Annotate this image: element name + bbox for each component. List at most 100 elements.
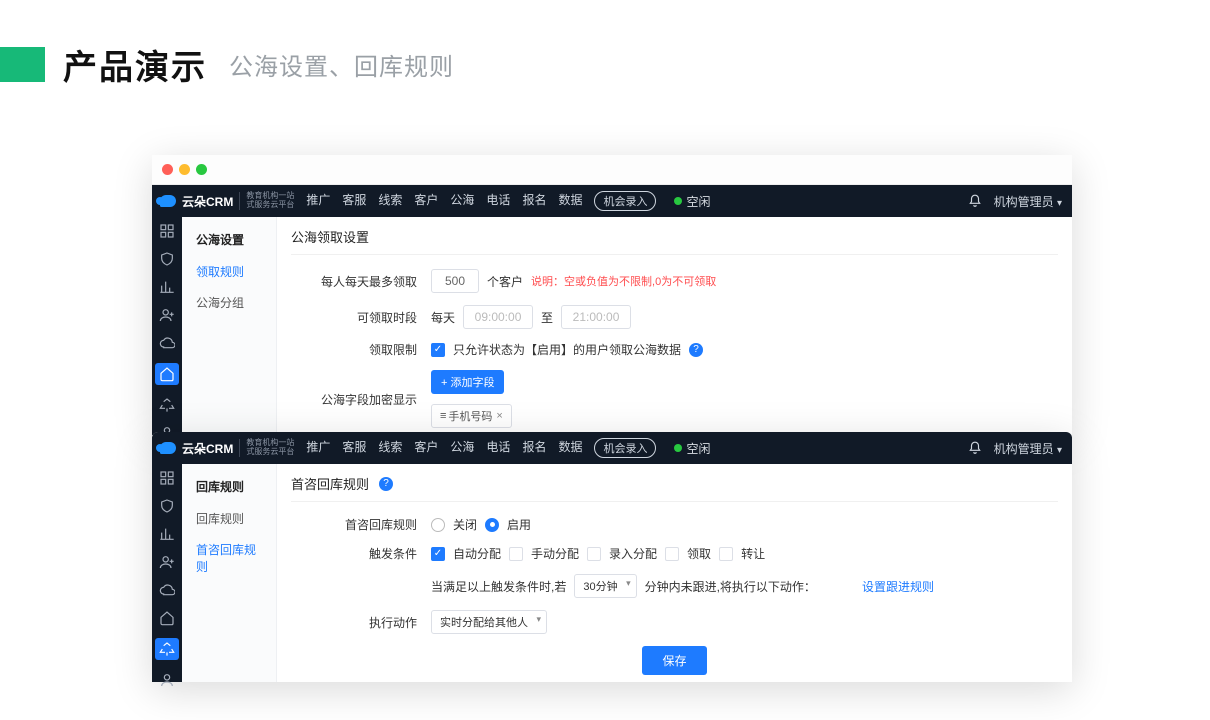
- brand[interactable]: 云朵CRM 教育机构一站式服务云平台: [160, 439, 294, 457]
- content-header: 公海领取设置: [291, 227, 1058, 255]
- accent-block: [0, 47, 45, 82]
- nav-leads[interactable]: 线索: [378, 438, 402, 458]
- content: 公海领取设置 每人每天最多领取 个客户 说明：空或负值为不限制,0为不可领取 可…: [277, 217, 1072, 435]
- window-return-rules: 云朵CRM 教育机构一站式服务云平台 推广 客服 线索 客户 公海 电话 报名 …: [152, 432, 1072, 682]
- row-trigger: 触发条件 自动分配 手动分配 录入分配 领取 转让: [291, 545, 1058, 562]
- side-pool-groups[interactable]: 公海分组: [182, 287, 276, 318]
- help-icon[interactable]: ?: [379, 477, 393, 491]
- nav-opportunity-entry[interactable]: 机会录入: [594, 191, 656, 211]
- row-rule-toggle: 首咨回库规则 关闭 启用: [291, 516, 1058, 533]
- side-title: 公海设置: [182, 227, 276, 256]
- rail-chart-icon[interactable]: [158, 279, 176, 295]
- limit-note: 说明：空或负值为不限制,0为不可领取: [531, 273, 716, 289]
- bell-icon[interactable]: [968, 441, 982, 455]
- page-title-row: 产品演示 公海设置、回库规则: [0, 0, 1210, 89]
- mask-tag-phone[interactable]: ≡手机号码 ×: [431, 404, 512, 428]
- side-menu-2: 回库规则 回库规则 首咨回库规则: [182, 464, 277, 682]
- row-action: 执行动作 实时分配给其他人: [291, 610, 1058, 634]
- nav-items: 推广 客服 线索 客户 公海 电话 报名 数据 机会录入: [306, 191, 656, 211]
- nav-leads[interactable]: 线索: [378, 191, 402, 211]
- nav-signup[interactable]: 报名: [522, 438, 546, 458]
- rail-dashboard-icon[interactable]: [158, 223, 176, 239]
- nav-phone[interactable]: 电话: [486, 191, 510, 211]
- rail-cloud-icon[interactable]: [158, 335, 176, 351]
- radio-off[interactable]: [431, 518, 445, 532]
- top-nav: 云朵CRM 教育机构一站式服务云平台 推广 客服 线索 客户 公海 电话 报名 …: [152, 185, 1072, 217]
- side-claim-rules[interactable]: 领取规则: [182, 256, 276, 287]
- restrict-checkbox[interactable]: [431, 343, 445, 357]
- content-header-2: 首咨回库规则 ?: [291, 474, 1058, 502]
- row-restrict: 领取限制 只允许状态为【启用】的用户领取公海数据 ?: [291, 341, 1058, 358]
- status-indicator-icon: [674, 197, 682, 205]
- rail-shield-icon[interactable]: [158, 251, 176, 267]
- user-menu[interactable]: 机构管理员 ▾: [994, 193, 1062, 210]
- row-time-range: 可领取时段 每天 至: [291, 305, 1058, 329]
- time-to-input[interactable]: [561, 305, 631, 329]
- brand-sub: 教育机构一站式服务云平台: [239, 192, 294, 210]
- top-nav-2: 云朵CRM 教育机构一站式服务云平台 推广 客服 线索 客户 公海 电话 报名 …: [152, 432, 1072, 464]
- duration-select[interactable]: 30分钟: [574, 574, 636, 598]
- rail-recycle-icon[interactable]: [155, 638, 179, 660]
- cb-manual[interactable]: [509, 547, 523, 561]
- rail-recycle-icon[interactable]: [158, 397, 176, 413]
- side-menu: 公海设置 领取规则 公海分组: [182, 217, 277, 435]
- rail-home-icon[interactable]: [155, 363, 179, 385]
- cb-claim[interactable]: [665, 547, 679, 561]
- page-title: 产品演示: [63, 40, 207, 89]
- add-field-button[interactable]: + 添加字段: [431, 370, 504, 394]
- status-indicator-icon: [674, 444, 682, 452]
- nav-promote[interactable]: 推广: [306, 191, 330, 211]
- nav-pool[interactable]: 公海: [450, 191, 474, 211]
- minimize-icon[interactable]: [179, 164, 190, 175]
- user-menu[interactable]: 机构管理员 ▾: [994, 440, 1062, 457]
- radio-on[interactable]: [485, 518, 499, 532]
- nav-data[interactable]: 数据: [558, 438, 582, 458]
- nav-service[interactable]: 客服: [342, 191, 366, 211]
- page-subtitle: 公海设置、回库规则: [229, 47, 454, 82]
- nav-pool[interactable]: 公海: [450, 438, 474, 458]
- daily-limit-input[interactable]: [431, 269, 479, 293]
- rail-shield-icon[interactable]: [158, 498, 176, 514]
- row-mask-fields: 公海字段加密显示 + 添加字段 ≡手机号码 ×: [291, 370, 1058, 428]
- nav-promote[interactable]: 推广: [306, 438, 330, 458]
- cb-entry[interactable]: [587, 547, 601, 561]
- rail-cloud-icon[interactable]: [158, 582, 176, 598]
- cb-auto[interactable]: [431, 547, 445, 561]
- content-2: 首咨回库规则 ? 首咨回库规则 关闭 启用 触发条件 自动分配 手动分配 录入分…: [277, 464, 1072, 682]
- remove-tag-icon[interactable]: ×: [496, 410, 502, 422]
- bell-icon[interactable]: [968, 194, 982, 208]
- help-icon[interactable]: ?: [689, 343, 703, 357]
- nav-signup[interactable]: 报名: [522, 191, 546, 211]
- status-text: 空闲: [686, 193, 710, 210]
- side-first-consult-rules[interactable]: 首咨回库规则: [182, 534, 276, 582]
- brand[interactable]: 云朵CRM 教育机构一站式服务云平台: [160, 192, 294, 210]
- save-button[interactable]: 保存: [642, 646, 706, 675]
- nav-service[interactable]: 客服: [342, 438, 366, 458]
- rail-user-icon[interactable]: [158, 307, 176, 323]
- set-followup-link[interactable]: 设置跟进规则: [862, 578, 934, 595]
- nav-phone[interactable]: 电话: [486, 438, 510, 458]
- icon-rail: [152, 464, 182, 682]
- rail-user-icon[interactable]: [158, 554, 176, 570]
- cb-transfer[interactable]: [719, 547, 733, 561]
- nav-customer[interactable]: 客户: [414, 438, 438, 458]
- rail-home-icon[interactable]: [158, 610, 176, 626]
- icon-rail: [152, 217, 182, 435]
- side-return-rules[interactable]: 回库规则: [182, 503, 276, 534]
- close-icon[interactable]: [162, 164, 173, 175]
- nav-data[interactable]: 数据: [558, 191, 582, 211]
- time-from-input[interactable]: [463, 305, 533, 329]
- maximize-icon[interactable]: [196, 164, 207, 175]
- nav-customer[interactable]: 客户: [414, 191, 438, 211]
- rail-dashboard-icon[interactable]: [158, 470, 176, 486]
- window-controls: [152, 155, 1072, 185]
- rail-person-icon[interactable]: [158, 672, 176, 688]
- action-select[interactable]: 实时分配给其他人: [431, 610, 547, 634]
- restrict-text: 只允许状态为【启用】的用户领取公海数据: [453, 341, 681, 358]
- nav-opportunity-entry[interactable]: 机会录入: [594, 438, 656, 458]
- row-condition: 当满足以上触发条件时,若 30分钟 分钟内未跟进,将执行以下动作： 设置跟进规则: [291, 574, 1058, 598]
- unit-label: 个客户: [487, 273, 523, 290]
- cloud-icon: [160, 442, 176, 454]
- rail-chart-icon[interactable]: [158, 526, 176, 542]
- row-daily-limit: 每人每天最多领取 个客户 说明：空或负值为不限制,0为不可领取: [291, 269, 1058, 293]
